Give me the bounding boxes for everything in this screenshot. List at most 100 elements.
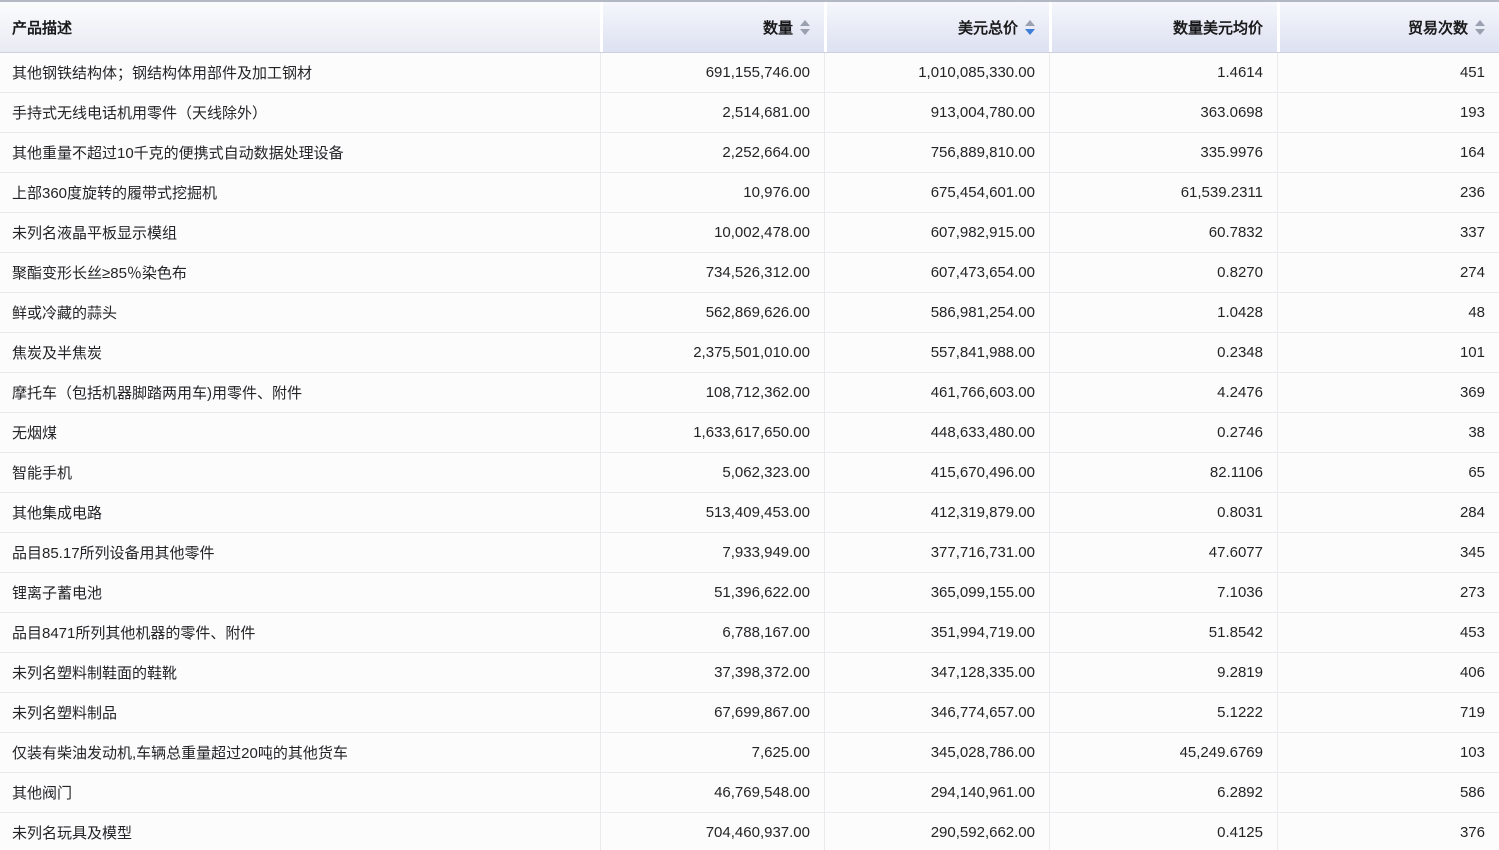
cell-usd-total: 675,454,601.00 <box>824 173 1049 212</box>
column-header-label: 美元总价 <box>958 17 1018 38</box>
column-header-usd-total[interactable]: 美元总价 <box>824 2 1049 52</box>
cell-product-description: 其他钢铁结构体；钢结构体用部件及加工钢材 <box>0 53 600 92</box>
cell-trade-count: 337 <box>1277 213 1499 252</box>
cell-trade-count: 103 <box>1277 733 1499 772</box>
cell-usd-total: 607,473,654.00 <box>824 253 1049 292</box>
cell-trade-count: 345 <box>1277 533 1499 572</box>
table-row: 品目8471所列其他机器的零件、附件 6,788,167.00 351,994,… <box>0 613 1499 653</box>
cell-quantity: 2,252,664.00 <box>600 133 824 172</box>
cell-product-description: 摩托车（包括机器脚踏两用车)用零件、附件 <box>0 373 600 412</box>
cell-quantity: 562,869,626.00 <box>600 293 824 332</box>
cell-usd-total: 1,010,085,330.00 <box>824 53 1049 92</box>
cell-trade-count: 453 <box>1277 613 1499 652</box>
table-row: 焦炭及半焦炭 2,375,501,010.00 557,841,988.00 0… <box>0 333 1499 373</box>
sort-desc-icon[interactable] <box>1475 29 1485 35</box>
column-header-avg-unit-price: 数量美元均价 <box>1049 2 1277 52</box>
cell-product-description: 未列名塑料制鞋面的鞋靴 <box>0 653 600 692</box>
cell-usd-total: 294,140,961.00 <box>824 773 1049 812</box>
cell-avg-unit-price: 0.2348 <box>1049 333 1277 372</box>
sort-desc-icon[interactable] <box>800 29 810 35</box>
sort-asc-icon[interactable] <box>800 20 810 26</box>
column-header-product-description: 产品描述 <box>0 2 600 52</box>
cell-usd-total: 607,982,915.00 <box>824 213 1049 252</box>
table-row: 其他重量不超过10千克的便携式自动数据处理设备 2,252,664.00 756… <box>0 133 1499 173</box>
cell-quantity: 513,409,453.00 <box>600 493 824 532</box>
table-row: 智能手机 5,062,323.00 415,670,496.00 82.1106… <box>0 453 1499 493</box>
cell-usd-total: 461,766,603.00 <box>824 373 1049 412</box>
column-header-label: 数量美元均价 <box>1173 17 1263 38</box>
sort-icon[interactable] <box>1475 20 1485 35</box>
sort-icon[interactable] <box>800 20 810 35</box>
cell-quantity: 2,375,501,010.00 <box>600 333 824 372</box>
table-row: 聚酯变形长丝≥85％染色布 734,526,312.00 607,473,654… <box>0 253 1499 293</box>
sort-icon[interactable] <box>1025 20 1035 35</box>
cell-trade-count: 406 <box>1277 653 1499 692</box>
cell-usd-total: 345,028,786.00 <box>824 733 1049 772</box>
cell-trade-count: 236 <box>1277 173 1499 212</box>
table-row: 未列名玩具及模型 704,460,937.00 290,592,662.00 0… <box>0 813 1499 850</box>
cell-avg-unit-price: 47.6077 <box>1049 533 1277 572</box>
cell-usd-total: 557,841,988.00 <box>824 333 1049 372</box>
cell-trade-count: 451 <box>1277 53 1499 92</box>
cell-avg-unit-price: 6.2892 <box>1049 773 1277 812</box>
table-row: 上部360度旋转的履带式挖掘机 10,976.00 675,454,601.00… <box>0 173 1499 213</box>
cell-product-description: 焦炭及半焦炭 <box>0 333 600 372</box>
cell-trade-count: 164 <box>1277 133 1499 172</box>
cell-trade-count: 586 <box>1277 773 1499 812</box>
cell-avg-unit-price: 0.8031 <box>1049 493 1277 532</box>
cell-avg-unit-price: 335.9976 <box>1049 133 1277 172</box>
cell-quantity: 51,396,622.00 <box>600 573 824 612</box>
cell-quantity: 10,976.00 <box>600 173 824 212</box>
cell-product-description: 其他重量不超过10千克的便携式自动数据处理设备 <box>0 133 600 172</box>
table-header-row: 产品描述 数量 美元总价 数量美元均价 贸易次数 <box>0 0 1499 53</box>
table-row: 手持式无线电话机用零件（天线除外） 2,514,681.00 913,004,7… <box>0 93 1499 133</box>
cell-quantity: 704,460,937.00 <box>600 813 824 850</box>
cell-usd-total: 913,004,780.00 <box>824 93 1049 132</box>
cell-quantity: 2,514,681.00 <box>600 93 824 132</box>
cell-quantity: 10,002,478.00 <box>600 213 824 252</box>
cell-product-description: 其他阀门 <box>0 773 600 812</box>
cell-usd-total: 377,716,731.00 <box>824 533 1049 572</box>
cell-trade-count: 719 <box>1277 693 1499 732</box>
sort-asc-icon[interactable] <box>1025 20 1035 26</box>
table-body: 其他钢铁结构体；钢结构体用部件及加工钢材 691,155,746.00 1,01… <box>0 53 1499 850</box>
cell-usd-total: 448,633,480.00 <box>824 413 1049 452</box>
sort-asc-icon[interactable] <box>1475 20 1485 26</box>
cell-quantity: 67,699,867.00 <box>600 693 824 732</box>
cell-avg-unit-price: 1.0428 <box>1049 293 1277 332</box>
cell-avg-unit-price: 82.1106 <box>1049 453 1277 492</box>
cell-quantity: 46,769,548.00 <box>600 773 824 812</box>
cell-product-description: 品目85.17所列设备用其他零件 <box>0 533 600 572</box>
cell-usd-total: 346,774,657.00 <box>824 693 1049 732</box>
cell-avg-unit-price: 0.8270 <box>1049 253 1277 292</box>
cell-quantity: 7,933,949.00 <box>600 533 824 572</box>
cell-trade-count: 376 <box>1277 813 1499 850</box>
column-header-quantity[interactable]: 数量 <box>600 2 824 52</box>
table-row: 未列名塑料制品 67,699,867.00 346,774,657.00 5.1… <box>0 693 1499 733</box>
cell-quantity: 37,398,372.00 <box>600 653 824 692</box>
cell-quantity: 6,788,167.00 <box>600 613 824 652</box>
cell-product-description: 鲜或冷藏的蒜头 <box>0 293 600 332</box>
column-header-trade-count[interactable]: 贸易次数 <box>1277 2 1499 52</box>
column-header-label: 贸易次数 <box>1408 17 1468 38</box>
cell-usd-total: 756,889,810.00 <box>824 133 1049 172</box>
table-row: 仅装有柴油发动机,车辆总重量超过20吨的其他货车 7,625.00 345,02… <box>0 733 1499 773</box>
cell-usd-total: 347,128,335.00 <box>824 653 1049 692</box>
cell-avg-unit-price: 4.2476 <box>1049 373 1277 412</box>
table-row: 锂离子蓄电池 51,396,622.00 365,099,155.00 7.10… <box>0 573 1499 613</box>
cell-avg-unit-price: 1.4614 <box>1049 53 1277 92</box>
cell-usd-total: 351,994,719.00 <box>824 613 1049 652</box>
cell-product-description: 仅装有柴油发动机,车辆总重量超过20吨的其他货车 <box>0 733 600 772</box>
table-row: 无烟煤 1,633,617,650.00 448,633,480.00 0.27… <box>0 413 1499 453</box>
column-header-label: 数量 <box>763 17 793 38</box>
cell-quantity: 7,625.00 <box>600 733 824 772</box>
cell-usd-total: 586,981,254.00 <box>824 293 1049 332</box>
cell-usd-total: 415,670,496.00 <box>824 453 1049 492</box>
cell-avg-unit-price: 5.1222 <box>1049 693 1277 732</box>
sort-desc-icon[interactable] <box>1025 29 1035 35</box>
cell-product-description: 智能手机 <box>0 453 600 492</box>
cell-quantity: 108,712,362.00 <box>600 373 824 412</box>
table-row: 鲜或冷藏的蒜头 562,869,626.00 586,981,254.00 1.… <box>0 293 1499 333</box>
cell-trade-count: 65 <box>1277 453 1499 492</box>
cell-trade-count: 273 <box>1277 573 1499 612</box>
